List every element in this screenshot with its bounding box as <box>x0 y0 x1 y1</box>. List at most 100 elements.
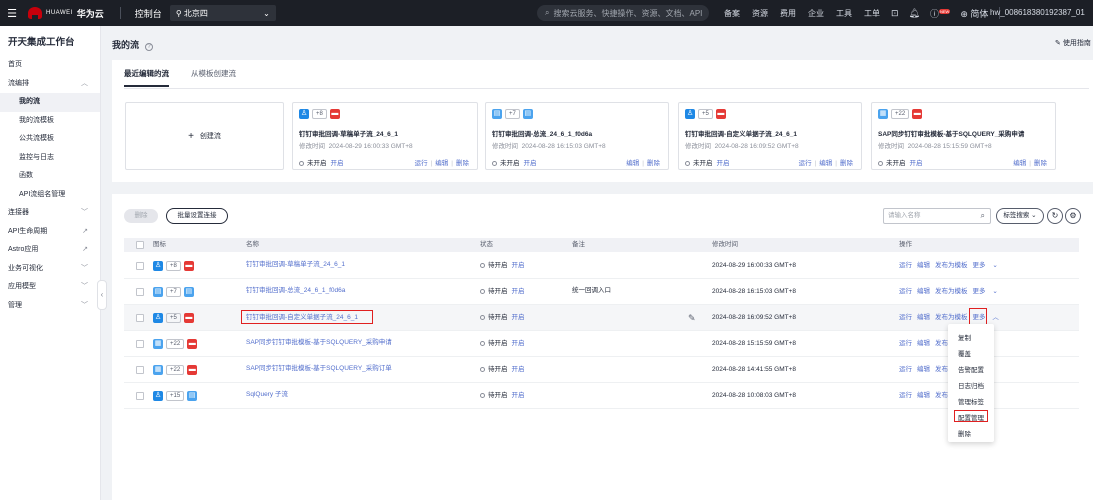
sidebar-item-home[interactable]: 首页 <box>0 56 100 75</box>
enable-link[interactable]: 开启 <box>512 392 525 399</box>
enable-link[interactable]: 开启 <box>512 366 525 373</box>
sidebar-item-business-visualization[interactable]: 业务可视化 ﹀ <box>0 260 100 279</box>
sidebar-item-functions[interactable]: 函数 <box>0 167 100 186</box>
user-account[interactable]: hw_008618380192387_01 <box>990 0 1085 26</box>
settings-button[interactable]: ⚙ <box>1065 208 1081 224</box>
name-search-input[interactable]: 请输入名称 ⌕ <box>883 208 991 224</box>
run-link[interactable]: 运行 <box>899 288 912 295</box>
delete-link[interactable]: 删除 <box>647 160 660 167</box>
publish-link[interactable]: 发布 <box>935 392 948 399</box>
region-select[interactable]: ⚲ 北京四 ⌄ <box>169 5 276 21</box>
edit-link[interactable]: 编辑 <box>1013 160 1026 167</box>
run-link[interactable]: 运行 <box>799 160 812 167</box>
row-checkbox[interactable] <box>136 340 144 348</box>
enable-link[interactable]: 开启 <box>512 340 525 347</box>
global-search[interactable]: ⌕ 搜索云服务、快捷操作、资源、文档、API <box>537 5 709 21</box>
enable-link[interactable]: 开启 <box>512 262 525 269</box>
help-circle-icon[interactable]: ? <box>145 43 154 51</box>
tab-create-from-template[interactable]: 从模板创建流 <box>191 68 236 87</box>
sidebar-item-monitoring-logs[interactable]: 监控与日志 <box>0 149 100 168</box>
nav-tools[interactable]: 工具 <box>830 8 858 19</box>
flow-name-link[interactable]: 钉钉审批回调-总流_24_6_1_f0d6a <box>246 279 345 303</box>
huawei-logo[interactable]: HUAWEI 华为云 <box>24 7 114 20</box>
help-icon[interactable]: ⓘNEW <box>925 7 955 20</box>
menu-item-delete[interactable]: 删除 <box>958 428 971 438</box>
edit-link[interactable]: 编辑 <box>917 340 930 347</box>
row-checkbox[interactable] <box>136 366 144 374</box>
edit-link[interactable]: 编辑 <box>626 160 639 167</box>
publish-link[interactable]: 发布 <box>935 340 948 347</box>
menu-item-copy[interactable]: 复制 <box>958 332 971 342</box>
edit-link[interactable]: 编辑 <box>917 288 930 295</box>
run-link[interactable]: 运行 <box>899 314 912 321</box>
enable-link[interactable]: 开启 <box>910 160 923 167</box>
run-link[interactable]: 运行 <box>899 392 912 399</box>
edit-link[interactable]: 编辑 <box>819 160 832 167</box>
row-checkbox[interactable] <box>136 392 144 400</box>
menu-item-manage-tags[interactable]: 管理标签 <box>958 396 984 406</box>
recent-flow-card[interactable]: ▦ +22 ▬ SAP同步钉钉审批模板-基于SQLQUERY_采购申请 修改时间… <box>871 102 1056 170</box>
enable-link[interactable]: 开启 <box>512 288 525 295</box>
enable-link[interactable]: 开启 <box>512 314 525 321</box>
delete-link[interactable]: 删除 <box>1034 160 1047 167</box>
edit-link[interactable]: 编辑 <box>917 314 930 321</box>
recent-flow-card[interactable]: ♙ +8 ▬ 钉钉审批回调-草稿单子流_24_6_1 修改时间 2024-08-… <box>292 102 478 170</box>
publish-link[interactable]: 发布 <box>935 366 948 373</box>
sidebar-collapse-button[interactable]: ‹ <box>97 280 107 310</box>
menu-item-alarm-config[interactable]: 告警配置 <box>958 364 984 374</box>
run-link[interactable]: 运行 <box>899 366 912 373</box>
recent-flow-card[interactable]: ▤ +7 ▤ 钉钉审批回调-总流_24_6_1_f0d6a 修改时间 2024-… <box>485 102 669 170</box>
user-guide-link[interactable]: ✎ 使用指南 <box>1055 38 1091 48</box>
flow-name-link[interactable]: SAP同步钉钉审批模板-基于SQLQUERY_采购订单 <box>246 357 392 381</box>
create-flow-card[interactable]: + 创建流 <box>125 102 284 170</box>
nav-tickets[interactable]: 工单 <box>858 8 886 19</box>
select-all-checkbox[interactable] <box>136 241 144 249</box>
nav-resources[interactable]: 资源 <box>746 8 774 19</box>
sidebar-item-my-flows[interactable]: 我的流 <box>0 93 100 112</box>
sidebar-item-public-flow-templates[interactable]: 公共流模板 <box>0 130 100 149</box>
row-checkbox[interactable] <box>136 262 144 270</box>
row-checkbox[interactable] <box>136 288 144 296</box>
menu-item-log-archive[interactable]: 日志归档 <box>958 380 984 390</box>
nav-filing[interactable]: 备案 <box>718 8 746 19</box>
language-switch[interactable]: ⊕ 简体 <box>955 7 993 20</box>
sidebar-item-management[interactable]: 管理 ﹀ <box>0 297 100 316</box>
sidebar-item-api-group-management[interactable]: API流组名管理 <box>0 186 100 205</box>
tab-recently-edited[interactable]: 最近编辑的流 <box>124 68 169 87</box>
flow-name-link[interactable]: SqlQuery 子流 <box>246 383 288 407</box>
edit-link[interactable]: 编辑 <box>917 366 930 373</box>
sidebar-item-api-lifecycle[interactable]: API生命周期 ↗ <box>0 223 100 242</box>
delete-link[interactable]: 删除 <box>456 160 469 167</box>
enable-link[interactable]: 开启 <box>524 160 537 167</box>
row-checkbox[interactable] <box>136 314 144 322</box>
flow-name-link[interactable]: 钉钉审批回调-草稿单子流_24_6_1 <box>246 253 345 277</box>
sidebar-item-app-models[interactable]: 应用模型 ﹀ <box>0 278 100 297</box>
delete-link[interactable]: 删除 <box>840 160 853 167</box>
sidebar-item-astro-apps[interactable]: Astro应用 ↗ <box>0 241 100 260</box>
edit-note-icon[interactable]: ✎ <box>688 305 696 331</box>
sidebar-item-connectors[interactable]: 连接器 ﹀ <box>0 204 100 223</box>
publish-template-link[interactable]: 发布为模板 <box>935 262 968 269</box>
publish-template-link[interactable]: 发布为模板 <box>935 314 968 321</box>
recent-flow-card[interactable]: ♙ +5 ▬ 钉钉审批回调-自定义单据子流_24_6_1 修改时间 2024-0… <box>678 102 862 170</box>
sidebar-item-flow-orchestration[interactable]: 流编排 ︿ <box>0 75 100 94</box>
nav-enterprise[interactable]: 企业 <box>802 8 830 19</box>
refresh-button[interactable]: ↻ <box>1047 208 1063 224</box>
run-link[interactable]: 运行 <box>415 160 428 167</box>
menu-icon[interactable]: ☰ <box>0 7 24 20</box>
terminal-icon[interactable]: ⊡ <box>886 8 904 19</box>
more-link[interactable]: 更多 ⌄ <box>973 262 1003 269</box>
bell-icon[interactable]: 🔔︎ <box>904 8 925 19</box>
edit-link[interactable]: 编辑 <box>435 160 448 167</box>
search-icon[interactable]: ⌕ <box>981 209 985 223</box>
run-link[interactable]: 运行 <box>899 262 912 269</box>
enable-link[interactable]: 开启 <box>331 160 344 167</box>
nav-billing[interactable]: 费用 <box>774 8 802 19</box>
sidebar-item-my-flow-templates[interactable]: 我的流模板 <box>0 112 100 131</box>
flow-name-link[interactable]: SAP同步钉钉审批模板-基于SQLQUERY_采购申请 <box>246 331 392 355</box>
menu-item-overwrite[interactable]: 覆盖 <box>958 348 971 358</box>
batch-set-connection-button[interactable]: 批量设置连接 <box>166 208 228 224</box>
more-link[interactable]: 更多 ⌄ <box>973 288 1003 295</box>
publish-template-link[interactable]: 发布为模板 <box>935 288 968 295</box>
run-link[interactable]: 运行 <box>899 340 912 347</box>
